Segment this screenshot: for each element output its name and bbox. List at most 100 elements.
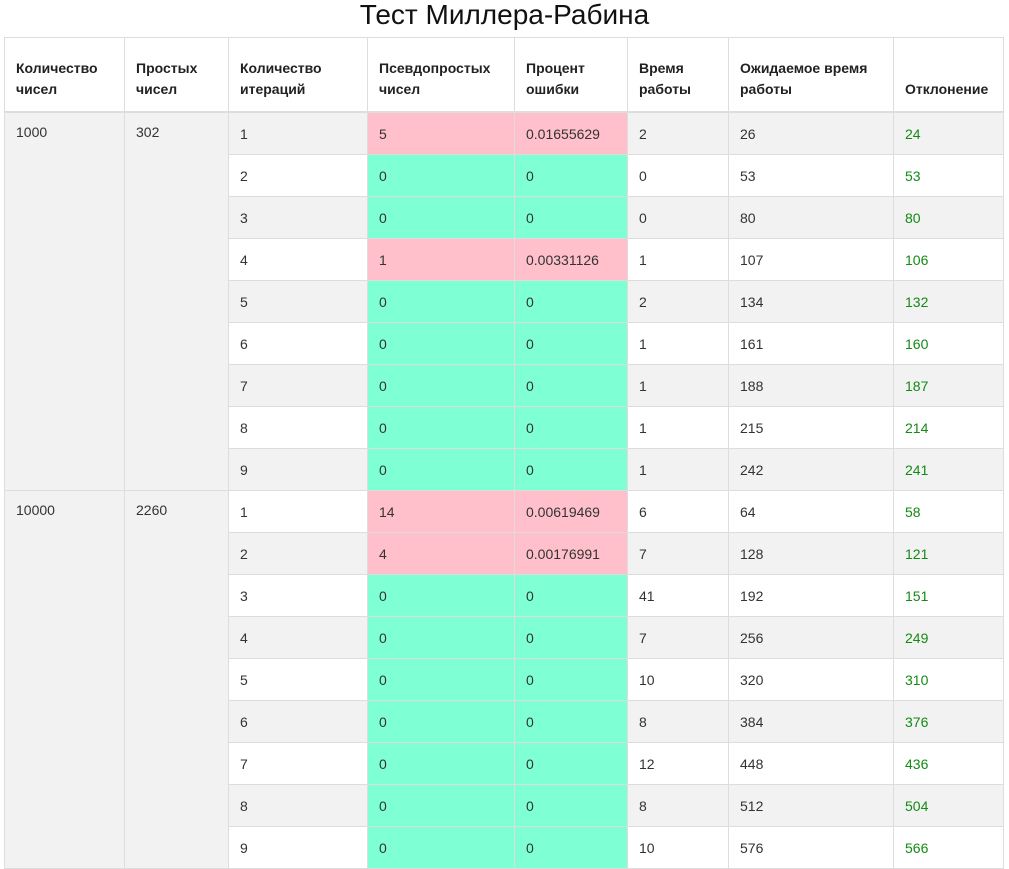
table-body: 1000 302 1 5 0.01655629 2 26 24 2 0 0 0 53 53 3 0 0 0 80 80… <box>4 111 1004 869</box>
cell-pseudoprimes: 0 <box>367 700 515 743</box>
cell-primes: 302 <box>124 111 229 491</box>
cell-iterations: 2 <box>228 154 368 197</box>
cell-time: 10 <box>627 826 729 869</box>
header-row: Количество чисел Простых чисел Количеств… <box>4 37 1004 113</box>
cell-expected-time: 576 <box>728 826 894 869</box>
cell-time: 1 <box>627 364 729 407</box>
cell-iterations: 3 <box>228 196 368 239</box>
cell-count: 10000 <box>4 490 125 869</box>
cell-pseudoprimes: 4 <box>367 532 515 575</box>
cell-deviation: 310 <box>893 658 1004 701</box>
cell-deviation: 566 <box>893 826 1004 869</box>
cell-iterations: 2 <box>228 532 368 575</box>
cell-deviation: 132 <box>893 280 1004 323</box>
cell-deviation: 504 <box>893 784 1004 827</box>
cell-iterations: 4 <box>228 616 368 659</box>
cell-time: 2 <box>627 111 729 155</box>
cell-deviation: 80 <box>893 196 1004 239</box>
cell-pseudoprimes: 0 <box>367 784 515 827</box>
cell-time: 7 <box>627 616 729 659</box>
cell-error-percent: 0 <box>514 700 628 743</box>
cell-pseudoprimes: 0 <box>367 574 515 617</box>
cell-pseudoprimes: 0 <box>367 196 515 239</box>
table-row: 1000 302 1 5 0.01655629 2 26 24 <box>4 111 1004 491</box>
cell-expected-time: 161 <box>728 322 894 365</box>
cell-error-percent: 0 <box>514 322 628 365</box>
cell-iterations: 3 <box>228 574 368 617</box>
cell-error-percent: 0 <box>514 154 628 197</box>
cell-iterations: 9 <box>228 448 368 491</box>
cell-deviation: 53 <box>893 154 1004 197</box>
cell-pseudoprimes: 14 <box>367 490 515 533</box>
cell-pseudoprimes: 0 <box>367 658 515 701</box>
cell-expected-time: 215 <box>728 406 894 449</box>
header-count: Количество чисел <box>4 37 125 113</box>
cell-error-percent: 0.00331126 <box>514 238 628 281</box>
cell-error-percent: 0 <box>514 364 628 407</box>
cell-iterations: 8 <box>228 406 368 449</box>
cell-error-percent: 0 <box>514 280 628 323</box>
cell-iterations: 7 <box>228 742 368 785</box>
cell-deviation: 160 <box>893 322 1004 365</box>
cell-time: 8 <box>627 700 729 743</box>
cell-error-percent: 0 <box>514 826 628 869</box>
cell-error-percent: 0 <box>514 448 628 491</box>
cell-deviation: 24 <box>893 111 1004 155</box>
cell-time: 1 <box>627 406 729 449</box>
cell-time: 1 <box>627 448 729 491</box>
cell-time: 41 <box>627 574 729 617</box>
cell-time: 0 <box>627 154 729 197</box>
cell-expected-time: 320 <box>728 658 894 701</box>
cell-error-percent: 0 <box>514 658 628 701</box>
cell-error-percent: 0 <box>514 406 628 449</box>
cell-expected-time: 256 <box>728 616 894 659</box>
cell-pseudoprimes: 0 <box>367 364 515 407</box>
cell-iterations: 8 <box>228 784 368 827</box>
cell-pseudoprimes: 0 <box>367 448 515 491</box>
cell-deviation: 58 <box>893 490 1004 533</box>
cell-time: 6 <box>627 490 729 533</box>
cell-error-percent: 0 <box>514 784 628 827</box>
header-expected-time: Ожидаемое время работы <box>728 37 894 113</box>
cell-time: 10 <box>627 658 729 701</box>
cell-time: 1 <box>627 322 729 365</box>
cell-error-percent: 0.01655629 <box>514 111 628 155</box>
cell-expected-time: 188 <box>728 364 894 407</box>
cell-error-percent: 0.00619469 <box>514 490 628 533</box>
cell-pseudoprimes: 0 <box>367 616 515 659</box>
cell-time: 7 <box>627 532 729 575</box>
header-deviation: Отклонение <box>893 37 1004 113</box>
header-time: Время работы <box>627 37 729 113</box>
cell-error-percent: 0 <box>514 574 628 617</box>
cell-time: 8 <box>627 784 729 827</box>
cell-primes: 2260 <box>124 490 229 869</box>
cell-deviation: 436 <box>893 742 1004 785</box>
cell-iterations: 6 <box>228 322 368 365</box>
cell-time: 2 <box>627 280 729 323</box>
cell-iterations: 9 <box>228 826 368 869</box>
header-pseudoprimes: Псевдопростых чисел <box>367 37 515 113</box>
cell-iterations: 1 <box>228 111 368 155</box>
cell-deviation: 241 <box>893 448 1004 491</box>
cell-pseudoprimes: 0 <box>367 322 515 365</box>
cell-count: 1000 <box>4 111 125 491</box>
cell-pseudoprimes: 0 <box>367 826 515 869</box>
cell-iterations: 6 <box>228 700 368 743</box>
cell-iterations: 4 <box>228 238 368 281</box>
cell-deviation: 187 <box>893 364 1004 407</box>
cell-deviation: 106 <box>893 238 1004 281</box>
cell-time: 0 <box>627 196 729 239</box>
cell-pseudoprimes: 0 <box>367 742 515 785</box>
cell-time: 12 <box>627 742 729 785</box>
cell-deviation: 214 <box>893 406 1004 449</box>
cell-pseudoprimes: 0 <box>367 280 515 323</box>
cell-iterations: 5 <box>228 658 368 701</box>
cell-iterations: 7 <box>228 364 368 407</box>
cell-time: 1 <box>627 238 729 281</box>
table-row: 10000 2260 1 14 0.00619469 6 64 58 <box>4 490 1004 869</box>
cell-deviation: 121 <box>893 532 1004 575</box>
cell-expected-time: 192 <box>728 574 894 617</box>
cell-pseudoprimes: 0 <box>367 406 515 449</box>
cell-iterations: 1 <box>228 490 368 533</box>
cell-expected-time: 64 <box>728 490 894 533</box>
